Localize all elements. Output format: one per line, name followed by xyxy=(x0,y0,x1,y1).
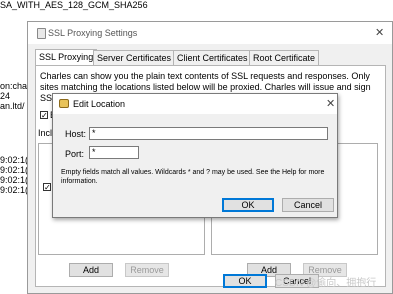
host-input[interactable]: * xyxy=(89,127,328,140)
tab-ssl-proxying[interactable]: SSL Proxying xyxy=(35,49,98,66)
tab-client-certificates[interactable]: Client Certificates xyxy=(173,50,252,65)
background-fragment: 9:02:1( xyxy=(0,185,29,195)
dialog-title: Edit Location xyxy=(73,99,126,109)
background-fragment: 9:02:1( xyxy=(0,155,29,165)
background-fragment: an.ltd/ xyxy=(0,101,25,111)
close-icon[interactable]: ✕ xyxy=(326,97,335,110)
watermark: CSDN @偷向、拥抱行 xyxy=(275,278,377,289)
close-icon[interactable]: ✕ xyxy=(375,26,384,39)
background-fragment: 9:02:1( xyxy=(0,175,29,185)
app-icon xyxy=(37,28,46,39)
location-enabled-checkbox[interactable]: ✓ xyxy=(43,183,51,192)
port-label: Port: xyxy=(65,149,85,159)
tab-server-certificates[interactable]: Server Certificates xyxy=(93,50,176,65)
window-title: SSL Proxying Settings xyxy=(48,28,138,38)
dialog-ok-button[interactable]: OK xyxy=(222,198,274,212)
edit-location-dialog: Edit Location ✕ Host: * Port: * Empty fi… xyxy=(52,93,338,218)
dialog-cancel-button[interactable]: Cancel xyxy=(282,198,334,212)
background-header-text: SA_WITH_AES_128_GCM_SHA256 xyxy=(0,0,148,10)
window-ok-button[interactable]: OK xyxy=(223,274,267,288)
dialog-titlebar: Edit Location ✕ xyxy=(53,94,337,114)
background-fragment: 9:02:1( xyxy=(0,165,29,175)
charles-icon xyxy=(59,99,69,108)
window-titlebar: SSL Proxying Settings ✕ xyxy=(28,22,392,44)
include-remove-button[interactable]: Remove xyxy=(125,263,169,277)
port-input[interactable]: * xyxy=(89,146,139,159)
include-add-button[interactable]: Add xyxy=(69,263,113,277)
tab-root-certificate[interactable]: Root Certificate xyxy=(249,50,320,65)
background-fragment: on:cha xyxy=(0,81,28,91)
host-label: Host: xyxy=(65,129,87,139)
background-fragment: 24 xyxy=(0,91,11,101)
enable-ssl-proxying-checkbox[interactable]: ✓ xyxy=(40,111,48,120)
help-text: Empty fields match all values. Wildcards… xyxy=(61,169,325,185)
